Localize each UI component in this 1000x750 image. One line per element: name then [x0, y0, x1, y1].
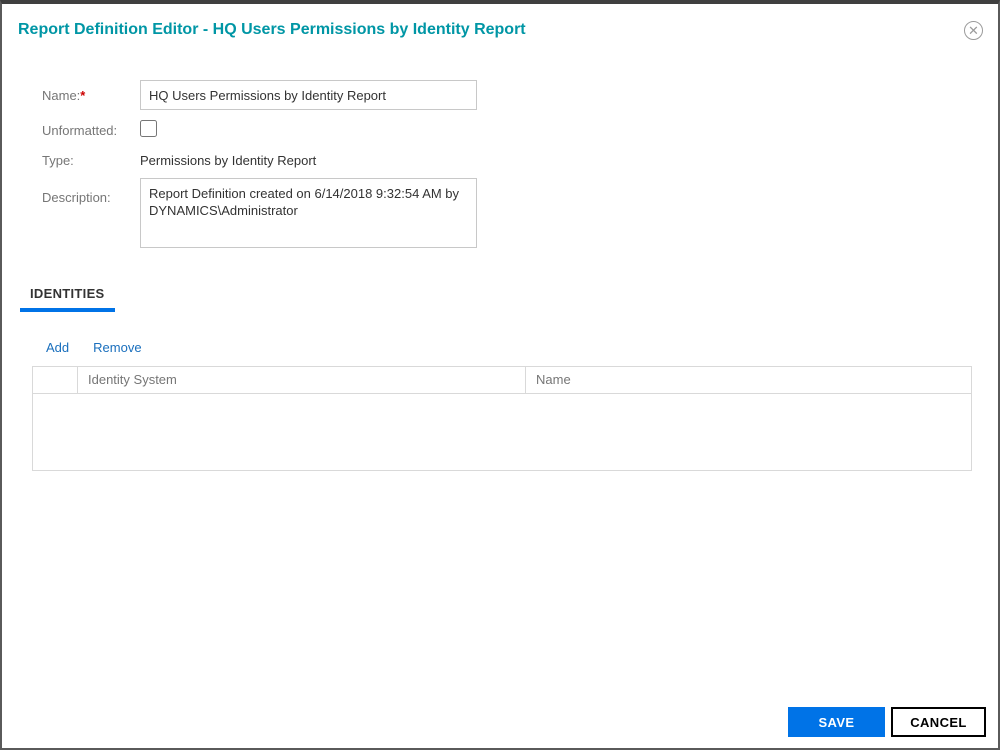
tab-bar: IDENTITIES [20, 282, 115, 312]
column-header-select [33, 367, 78, 393]
type-value: Permissions by Identity Report [140, 152, 317, 168]
column-header-identity-system: Identity System [78, 367, 526, 393]
column-header-name: Name [536, 372, 571, 387]
dialog-footer: SAVE CANCEL [788, 707, 986, 737]
description-textarea[interactable]: Report Definition created on 6/14/2018 9… [140, 177, 477, 248]
name-label-text: Name: [42, 87, 81, 103]
identities-table-header: Identity System Name [32, 366, 972, 394]
name-input[interactable] [140, 80, 477, 110]
report-definition-form: Name:* Unformatted: Type: Permissions by… [42, 80, 477, 250]
unformatted-checkbox[interactable] [140, 119, 157, 137]
identities-table: Identity System Name [32, 366, 972, 471]
identities-toolbar: Add Remove [46, 340, 142, 355]
required-marker: * [80, 87, 86, 103]
name-field-wrap [140, 80, 477, 110]
page-title: Report Definition Editor - HQ Users Perm… [18, 21, 526, 38]
unformatted-label: Unformatted: [42, 123, 118, 138]
tab-identities[interactable]: IDENTITIES [20, 282, 115, 312]
description-label: Description: [42, 190, 111, 205]
type-label: Type: [42, 152, 74, 168]
save-button[interactable]: SAVE [788, 707, 885, 737]
unformatted-field-wrap [140, 119, 477, 142]
add-link[interactable]: Add [46, 340, 69, 355]
close-icon[interactable]: ✕ [964, 21, 983, 40]
remove-link[interactable]: Remove [93, 340, 141, 355]
cancel-button[interactable]: CANCEL [891, 707, 986, 737]
report-definition-editor-dialog: Report Definition Editor - HQ Users Perm… [0, 0, 1000, 750]
description-field-wrap: Report Definition created on 6/14/2018 9… [140, 177, 477, 253]
name-label: Name:* [42, 88, 140, 103]
identities-table-body-empty [32, 394, 972, 471]
